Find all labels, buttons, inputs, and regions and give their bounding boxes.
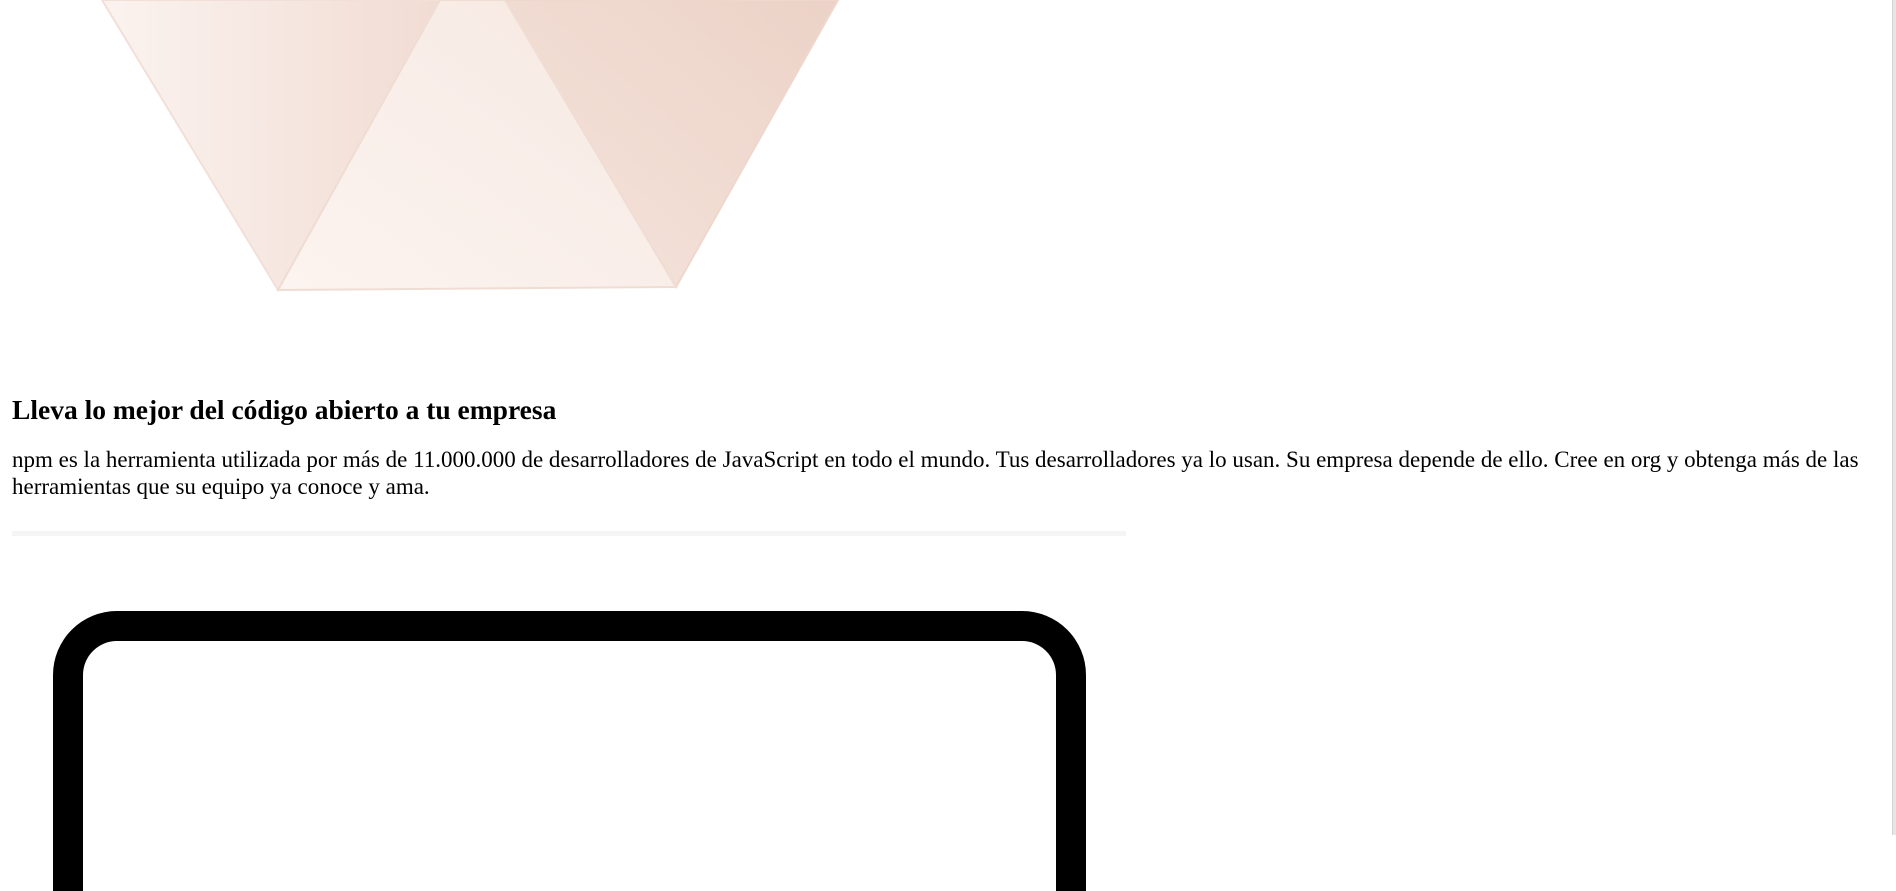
enterprise-section: Lleva lo mejor del código abierto a tu e… [12, 390, 1882, 500]
section-description: npm es la herramienta utilizada por más … [12, 447, 1859, 499]
page-scrollbar[interactable] [1892, 0, 1896, 835]
section-divider [12, 531, 1126, 536]
hero-triangles-illustration [100, 0, 840, 292]
section-heading: Lleva lo mejor del código abierto a tu e… [12, 394, 557, 425]
device-frame-illustration [53, 611, 1086, 891]
